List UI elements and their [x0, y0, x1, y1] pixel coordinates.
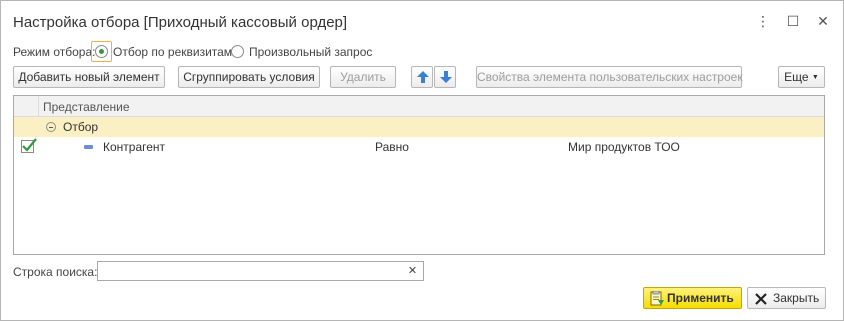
group-conditions-button[interactable]: Сгруппировать условия: [178, 66, 320, 88]
close-button[interactable]: Закрыть: [747, 287, 826, 309]
apply-button-label: Применить: [667, 291, 734, 305]
radio-filter-by-attributes[interactable]: [95, 45, 108, 58]
add-element-button[interactable]: Добавить новый элемент: [13, 66, 165, 88]
move-down-button[interactable]: [434, 66, 456, 88]
chevron-down-icon: ▼: [811, 74, 819, 81]
filter-mode-row: Режим отбора: Отбор по реквизитам Произв…: [13, 41, 613, 63]
apply-button[interactable]: Применить: [643, 287, 742, 309]
row-field: Контрагент: [103, 140, 166, 154]
collapse-icon[interactable]: [46, 122, 56, 132]
maximize-icon[interactable]: ☐: [785, 12, 801, 30]
more-button-label: Еще: [784, 70, 809, 84]
search-input[interactable]: [97, 261, 403, 281]
close-window-icon[interactable]: ✕: [815, 12, 831, 30]
filter-settings-dialog: Настройка отбора [Приходный кассовый орд…: [0, 0, 844, 321]
row-value[interactable]: Мир продуктов ТОО: [568, 140, 680, 154]
close-x-icon: [755, 293, 767, 305]
radio-custom-query[interactable]: [231, 45, 244, 58]
table-header: Представление: [14, 96, 824, 117]
filter-mode-label: Режим отбора:: [13, 45, 96, 59]
more-button[interactable]: Еще ▼: [778, 66, 825, 88]
apply-document-icon: [650, 291, 664, 306]
close-button-label: Закрыть: [773, 291, 820, 305]
clear-search-icon[interactable]: ✕: [402, 261, 424, 281]
group-row[interactable]: Отбор: [14, 117, 824, 137]
checkbox-column-header: [14, 96, 39, 117]
move-up-button[interactable]: [411, 66, 433, 88]
radio-filter-by-attributes-label[interactable]: Отбор по реквизитам: [113, 45, 232, 59]
row-condition[interactable]: Равно: [375, 140, 409, 154]
radio-custom-query-label[interactable]: Произвольный запрос: [249, 45, 372, 59]
group-row-label: Отбор: [63, 120, 99, 134]
field-item-icon: [84, 145, 93, 149]
arrow-down-icon: [440, 71, 452, 83]
row-checkbox[interactable]: [21, 138, 37, 153]
checkmark-icon: [22, 138, 37, 152]
search-label: Строка поиска:: [13, 265, 98, 279]
title-bar: Настройка отбора [Приходный кассовый орд…: [1, 1, 843, 41]
more-menu-icon[interactable]: ⋮: [755, 12, 771, 30]
custom-settings-properties-button[interactable]: Свойства элемента пользовательских настр…: [476, 66, 743, 88]
arrow-up-icon: [417, 71, 429, 83]
dialog-title: Настройка отбора [Приходный кассовый орд…: [13, 14, 348, 31]
table-row[interactable]: Контрагент Равно Мир продуктов ТОО: [14, 137, 824, 157]
column-header-presentation[interactable]: Представление: [43, 100, 130, 114]
filter-table[interactable]: Представление Отбор Контрагент Равно Мир…: [13, 95, 825, 255]
delete-button[interactable]: Удалить: [330, 66, 396, 88]
